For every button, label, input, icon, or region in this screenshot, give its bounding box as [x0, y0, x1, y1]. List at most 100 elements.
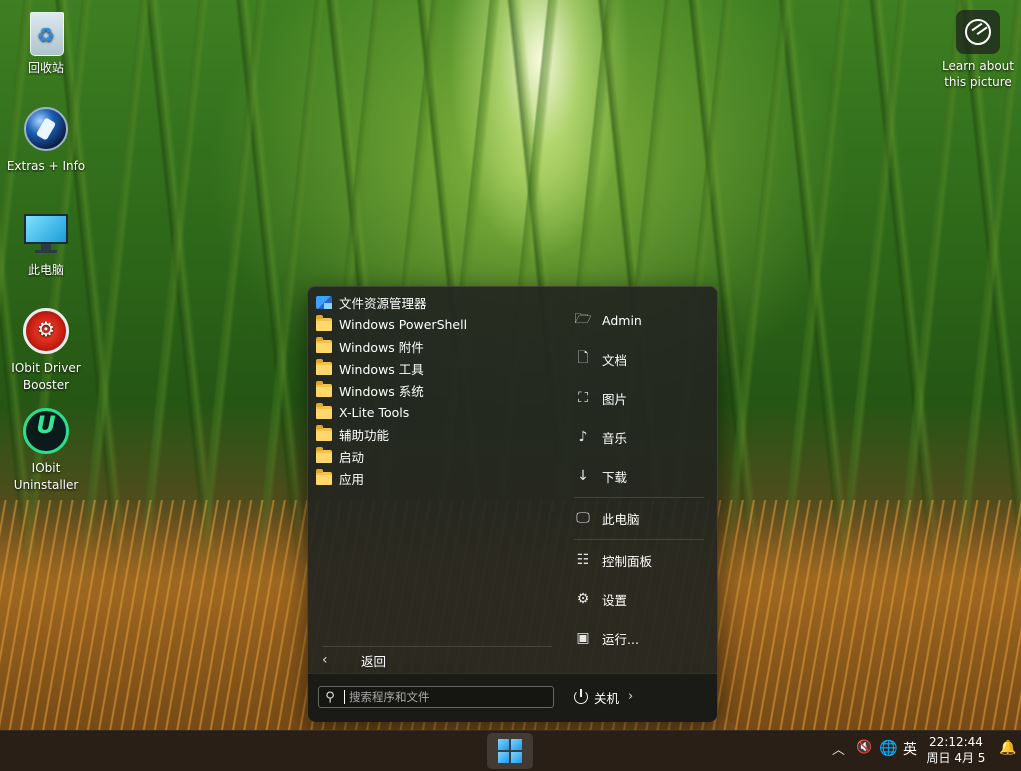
folder-icon [316, 380, 332, 397]
computer-icon: 🖵 [576, 510, 590, 526]
clock-date: 周日 4月 5 [926, 751, 986, 765]
monitor-icon [21, 210, 71, 260]
place-item-pictures[interactable]: ⛶ 图片 [574, 386, 710, 410]
program-item-file-explorer[interactable]: 文件资源管理器 [316, 291, 556, 313]
download-icon: ↓ [577, 468, 589, 484]
start-menu: 文件资源管理器 Windows PowerShell Windows 附件 Wi… [307, 286, 718, 722]
folder-icon [316, 402, 332, 419]
program-label: 文件资源管理器 [339, 295, 427, 311]
input-method-indicator[interactable]: 英 [903, 739, 917, 759]
gear-icon: ⚙ [576, 591, 590, 607]
program-label: Windows 系统 [339, 383, 424, 399]
place-label: 设置 [602, 592, 628, 608]
place-item-admin[interactable]: 🗁 Admin [574, 308, 710, 332]
back-button[interactable]: ‹ 返回 [316, 649, 556, 671]
desktop-icon-iobit-driver-booster[interactable]: ⚙ IObit Driver Booster [1, 308, 91, 394]
place-item-downloads[interactable]: ↓ 下载 [574, 464, 710, 488]
program-item-tools[interactable]: Windows 工具 [316, 357, 556, 379]
program-item-startup[interactable]: 启动 [316, 445, 556, 467]
picture-icon: ⛶ [578, 390, 588, 406]
program-item-powershell[interactable]: Windows PowerShell [316, 313, 556, 335]
desktop-icon-recycle-bin[interactable]: ♻ 回收站 [1, 8, 91, 77]
desktop-icon-this-pc[interactable]: 此电脑 [1, 210, 91, 279]
chevron-right-icon: › [628, 689, 634, 704]
back-label: 返回 [361, 653, 387, 669]
folder-icon [316, 424, 332, 441]
camera-info-icon [956, 10, 1000, 54]
clock-time: 22:12:44 [929, 735, 983, 749]
place-label: 下载 [602, 469, 628, 485]
program-item-apps[interactable]: 应用 [316, 467, 556, 489]
learn-about-picture[interactable]: Learn about this picture [936, 10, 1020, 90]
chevron-left-icon: ‹ [322, 652, 328, 668]
clock[interactable]: 22:12:44 周日 4月 5 [924, 734, 988, 766]
place-item-settings[interactable]: ⚙ 设置 [574, 587, 710, 611]
power-icon [573, 689, 589, 705]
place-label: 此电脑 [602, 511, 640, 527]
user-folder-icon: 🗁 [574, 311, 592, 327]
place-item-this-pc[interactable]: 🖵 此电脑 [574, 506, 710, 530]
desktop-icon-extras-info[interactable]: Extras + Info [1, 106, 91, 175]
places-pane: 🗁 Admin 🗋 文档 ⛶ 图片 ♪ 音乐 ↓ 下载 🖵 此电脑 ☷ 控制面板 [570, 287, 710, 673]
learn-about-label: Learn about this picture [942, 59, 1014, 89]
program-label: 应用 [339, 471, 365, 487]
program-item-accessibility[interactable]: 辅助功能 [316, 423, 556, 445]
chevron-up-icon: ︿ [832, 743, 846, 758]
place-label: 音乐 [602, 430, 628, 446]
shutdown-label: 关机 [594, 690, 620, 706]
windows-logo-icon [498, 739, 522, 763]
program-label: 启动 [339, 449, 365, 465]
place-item-control-panel[interactable]: ☷ 控制面板 [574, 548, 710, 572]
program-label: Windows 附件 [339, 339, 424, 355]
place-item-run[interactable]: ▣ 运行... [574, 626, 710, 650]
program-item-accessories[interactable]: Windows 附件 [316, 335, 556, 357]
file-explorer-icon [316, 295, 332, 309]
recycle-bin-icon: ♻ [21, 8, 71, 58]
desktop-icon-label: IObit Driver Booster [11, 361, 81, 392]
start-menu-bottom-bar: ⚲ 关机 › [308, 673, 717, 722]
notification-bell-icon[interactable]: 🔔 [999, 740, 1016, 756]
program-label: Windows 工具 [339, 361, 424, 377]
start-button[interactable] [487, 733, 533, 769]
folder-icon [316, 314, 332, 331]
desktop-icon-iobit-uninstaller[interactable]: U IObit Uninstaller [1, 408, 91, 494]
search-icon: ⚲ [325, 689, 335, 705]
network-globe-icon[interactable]: 🌐 [879, 739, 898, 757]
desktop-icon-label: Extras + Info [6, 159, 86, 173]
program-label: Windows PowerShell [339, 316, 468, 332]
extras-info-icon [21, 106, 71, 156]
place-label: 控制面板 [602, 553, 653, 569]
program-label: X-Lite Tools [339, 404, 410, 420]
place-item-documents[interactable]: 🗋 文档 [574, 347, 710, 371]
program-label: 辅助功能 [339, 427, 390, 443]
show-hidden-icons-button[interactable]: ︿ [832, 739, 845, 758]
run-icon: ▣ [576, 630, 590, 646]
place-label: 图片 [602, 391, 628, 407]
divider [322, 646, 552, 647]
music-icon: ♪ [578, 429, 588, 445]
shutdown-button[interactable]: 关机 [573, 686, 619, 708]
document-icon: 🗋 [577, 350, 589, 366]
program-item-xlite-tools[interactable]: X-Lite Tools [316, 401, 556, 423]
desktop-icon-label: 此电脑 [27, 263, 64, 277]
search-input[interactable] [345, 689, 541, 705]
folder-icon [316, 468, 332, 485]
place-label: 文档 [602, 352, 628, 368]
control-panel-icon: ☷ [576, 552, 590, 568]
place-item-music[interactable]: ♪ 音乐 [574, 425, 710, 449]
driver-booster-icon: ⚙ [21, 308, 71, 358]
program-item-system[interactable]: Windows 系统 [316, 379, 556, 401]
volume-muted-icon[interactable]: 🔇 [856, 740, 872, 755]
folder-icon [316, 336, 332, 353]
place-label: Admin [602, 312, 642, 328]
divider [574, 497, 704, 498]
folder-icon [316, 446, 332, 463]
power-options-button[interactable]: › [628, 686, 633, 708]
divider [574, 539, 704, 540]
desktop-icon-label: IObit Uninstaller [13, 461, 79, 492]
search-box[interactable]: ⚲ [318, 686, 554, 708]
programs-pane: 文件资源管理器 Windows PowerShell Windows 附件 Wi… [308, 287, 563, 673]
taskbar: ︿ 🔇 🌐 英 22:12:44 周日 4月 5 🔔 [0, 730, 1021, 771]
desktop-icon-label: 回收站 [27, 61, 64, 75]
uninstaller-icon: U [21, 408, 71, 458]
